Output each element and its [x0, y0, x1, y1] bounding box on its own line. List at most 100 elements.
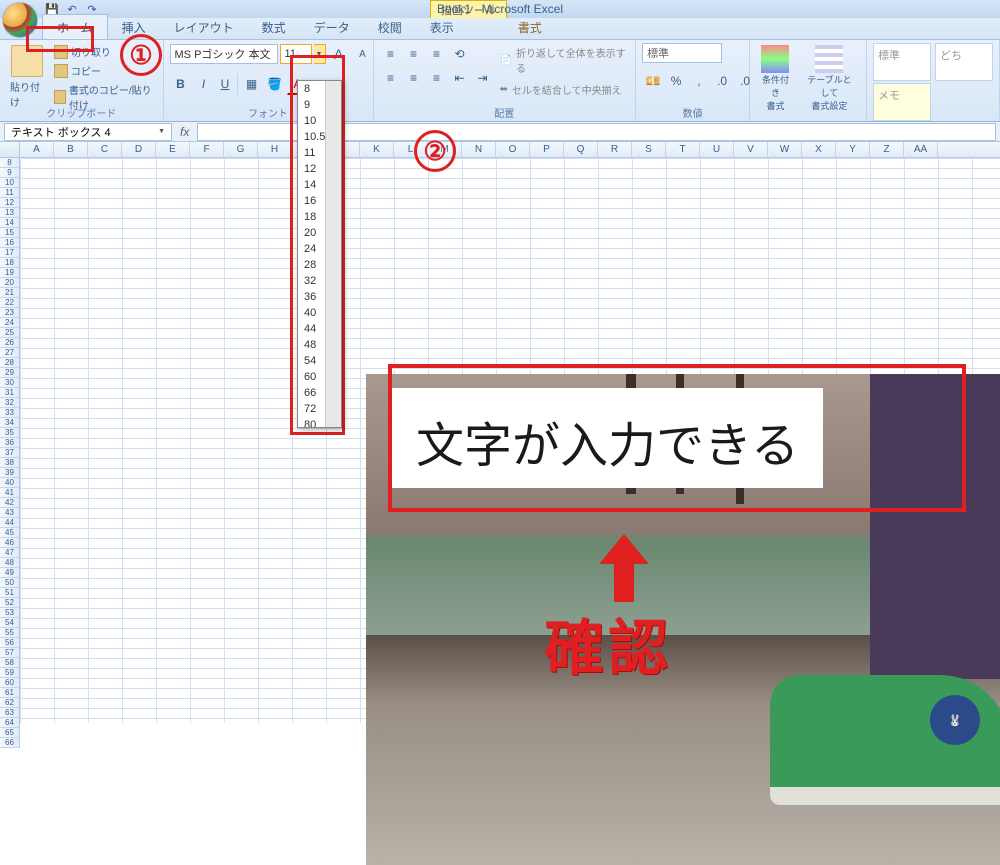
row-header[interactable]: 55 [0, 628, 19, 638]
row-header[interactable]: 28 [0, 358, 19, 368]
row-header[interactable]: 63 [0, 708, 19, 718]
row-header[interactable]: 35 [0, 428, 19, 438]
number-format-select[interactable] [642, 43, 722, 63]
currency-button[interactable]: 💴 [642, 70, 664, 92]
row-header[interactable]: 31 [0, 388, 19, 398]
column-header[interactable]: S [632, 142, 666, 157]
column-header[interactable]: E [156, 142, 190, 157]
column-header[interactable]: H [258, 142, 292, 157]
column-header[interactable]: N [462, 142, 496, 157]
row-header[interactable]: 58 [0, 658, 19, 668]
row-header[interactable]: 23 [0, 308, 19, 318]
align-left-button[interactable]: ≡ [380, 67, 402, 89]
format-as-table-button[interactable]: テーブルとして 書式設定 [799, 43, 860, 114]
column-header[interactable]: P [530, 142, 564, 157]
column-header[interactable]: T [666, 142, 700, 157]
row-header[interactable]: 33 [0, 408, 19, 418]
percent-button[interactable]: % [665, 70, 687, 92]
underline-button[interactable]: U [216, 73, 238, 95]
row-header[interactable]: 48 [0, 558, 19, 568]
decrease-font-button[interactable]: A [352, 43, 374, 65]
row-header[interactable]: 45 [0, 528, 19, 538]
tab-formulas[interactable]: 数式 [248, 15, 300, 39]
row-header[interactable]: 60 [0, 678, 19, 688]
row-header[interactable]: 46 [0, 538, 19, 548]
column-header[interactable]: A [20, 142, 54, 157]
row-header[interactable]: 41 [0, 488, 19, 498]
row-header[interactable]: 12 [0, 198, 19, 208]
cell-style-memo[interactable]: メモ [873, 83, 931, 121]
row-header[interactable]: 61 [0, 688, 19, 698]
row-header[interactable]: 51 [0, 588, 19, 598]
column-header[interactable]: O [496, 142, 530, 157]
row-header[interactable]: 44 [0, 518, 19, 528]
column-header[interactable]: K [360, 142, 394, 157]
row-header[interactable]: 10 [0, 178, 19, 188]
column-header[interactable]: C [88, 142, 122, 157]
column-header[interactable]: B [54, 142, 88, 157]
column-header[interactable]: Y [836, 142, 870, 157]
row-header[interactable]: 15 [0, 228, 19, 238]
align-right-button[interactable]: ≡ [426, 67, 448, 89]
row-header[interactable]: 62 [0, 698, 19, 708]
row-header[interactable]: 14 [0, 218, 19, 228]
row-header[interactable]: 50 [0, 578, 19, 588]
text-box-content[interactable]: 文字が入力できる [392, 388, 823, 488]
bold-button[interactable]: B [170, 73, 192, 95]
align-top-button[interactable]: ≡ [380, 43, 402, 65]
tab-view[interactable]: 表示 [416, 15, 468, 39]
row-header[interactable]: 20 [0, 278, 19, 288]
row-header[interactable]: 53 [0, 608, 19, 618]
column-header[interactable]: W [768, 142, 802, 157]
column-header[interactable]: Q [564, 142, 598, 157]
row-header[interactable]: 64 [0, 718, 19, 728]
chevron-down-icon[interactable]: ▼ [158, 128, 165, 135]
cell-style-bad[interactable]: どち [935, 43, 993, 81]
name-box[interactable]: テキスト ボックス 4 ▼ [4, 123, 172, 141]
row-header[interactable]: 37 [0, 448, 19, 458]
row-header[interactable]: 57 [0, 648, 19, 658]
row-header[interactable]: 40 [0, 478, 19, 488]
tab-review[interactable]: 校閲 [364, 15, 416, 39]
paste-button[interactable]: 貼り付け [6, 43, 48, 111]
row-header[interactable]: 36 [0, 438, 19, 448]
align-bottom-button[interactable]: ≡ [426, 43, 448, 65]
tab-layout[interactable]: レイアウト [160, 15, 248, 39]
row-header[interactable]: 17 [0, 248, 19, 258]
border-button[interactable]: ▦ [241, 73, 263, 95]
orientation-button[interactable]: ⟲ [449, 43, 471, 65]
row-header[interactable]: 59 [0, 668, 19, 678]
row-header[interactable]: 66 [0, 738, 19, 748]
tab-format[interactable]: 書式 [504, 15, 556, 39]
select-all-corner[interactable] [0, 142, 20, 157]
column-header[interactable]: G [224, 142, 258, 157]
row-header[interactable]: 27 [0, 348, 19, 358]
row-header[interactable]: 16 [0, 238, 19, 248]
row-header[interactable]: 19 [0, 268, 19, 278]
row-header[interactable]: 21 [0, 288, 19, 298]
increase-indent-button[interactable]: ⇥ [472, 67, 494, 89]
row-header[interactable]: 34 [0, 418, 19, 428]
column-header[interactable]: D [122, 142, 156, 157]
row-header[interactable]: 42 [0, 498, 19, 508]
column-header[interactable]: U [700, 142, 734, 157]
row-header[interactable]: 38 [0, 458, 19, 468]
tab-data[interactable]: データ [300, 15, 364, 39]
column-header[interactable]: X [802, 142, 836, 157]
column-header[interactable]: V [734, 142, 768, 157]
row-header[interactable]: 43 [0, 508, 19, 518]
font-name-input[interactable] [170, 44, 278, 64]
row-header[interactable]: 52 [0, 598, 19, 608]
row-header[interactable]: 47 [0, 548, 19, 558]
column-header[interactable]: R [598, 142, 632, 157]
decrease-indent-button[interactable]: ⇤ [449, 67, 471, 89]
comma-button[interactable]: , [688, 70, 710, 92]
row-header[interactable]: 49 [0, 568, 19, 578]
align-middle-button[interactable]: ≡ [403, 43, 425, 65]
row-header[interactable]: 26 [0, 338, 19, 348]
row-header[interactable]: 32 [0, 398, 19, 408]
row-header[interactable]: 18 [0, 258, 19, 268]
align-center-button[interactable]: ≡ [403, 67, 425, 89]
row-header[interactable]: 39 [0, 468, 19, 478]
row-header[interactable]: 22 [0, 298, 19, 308]
